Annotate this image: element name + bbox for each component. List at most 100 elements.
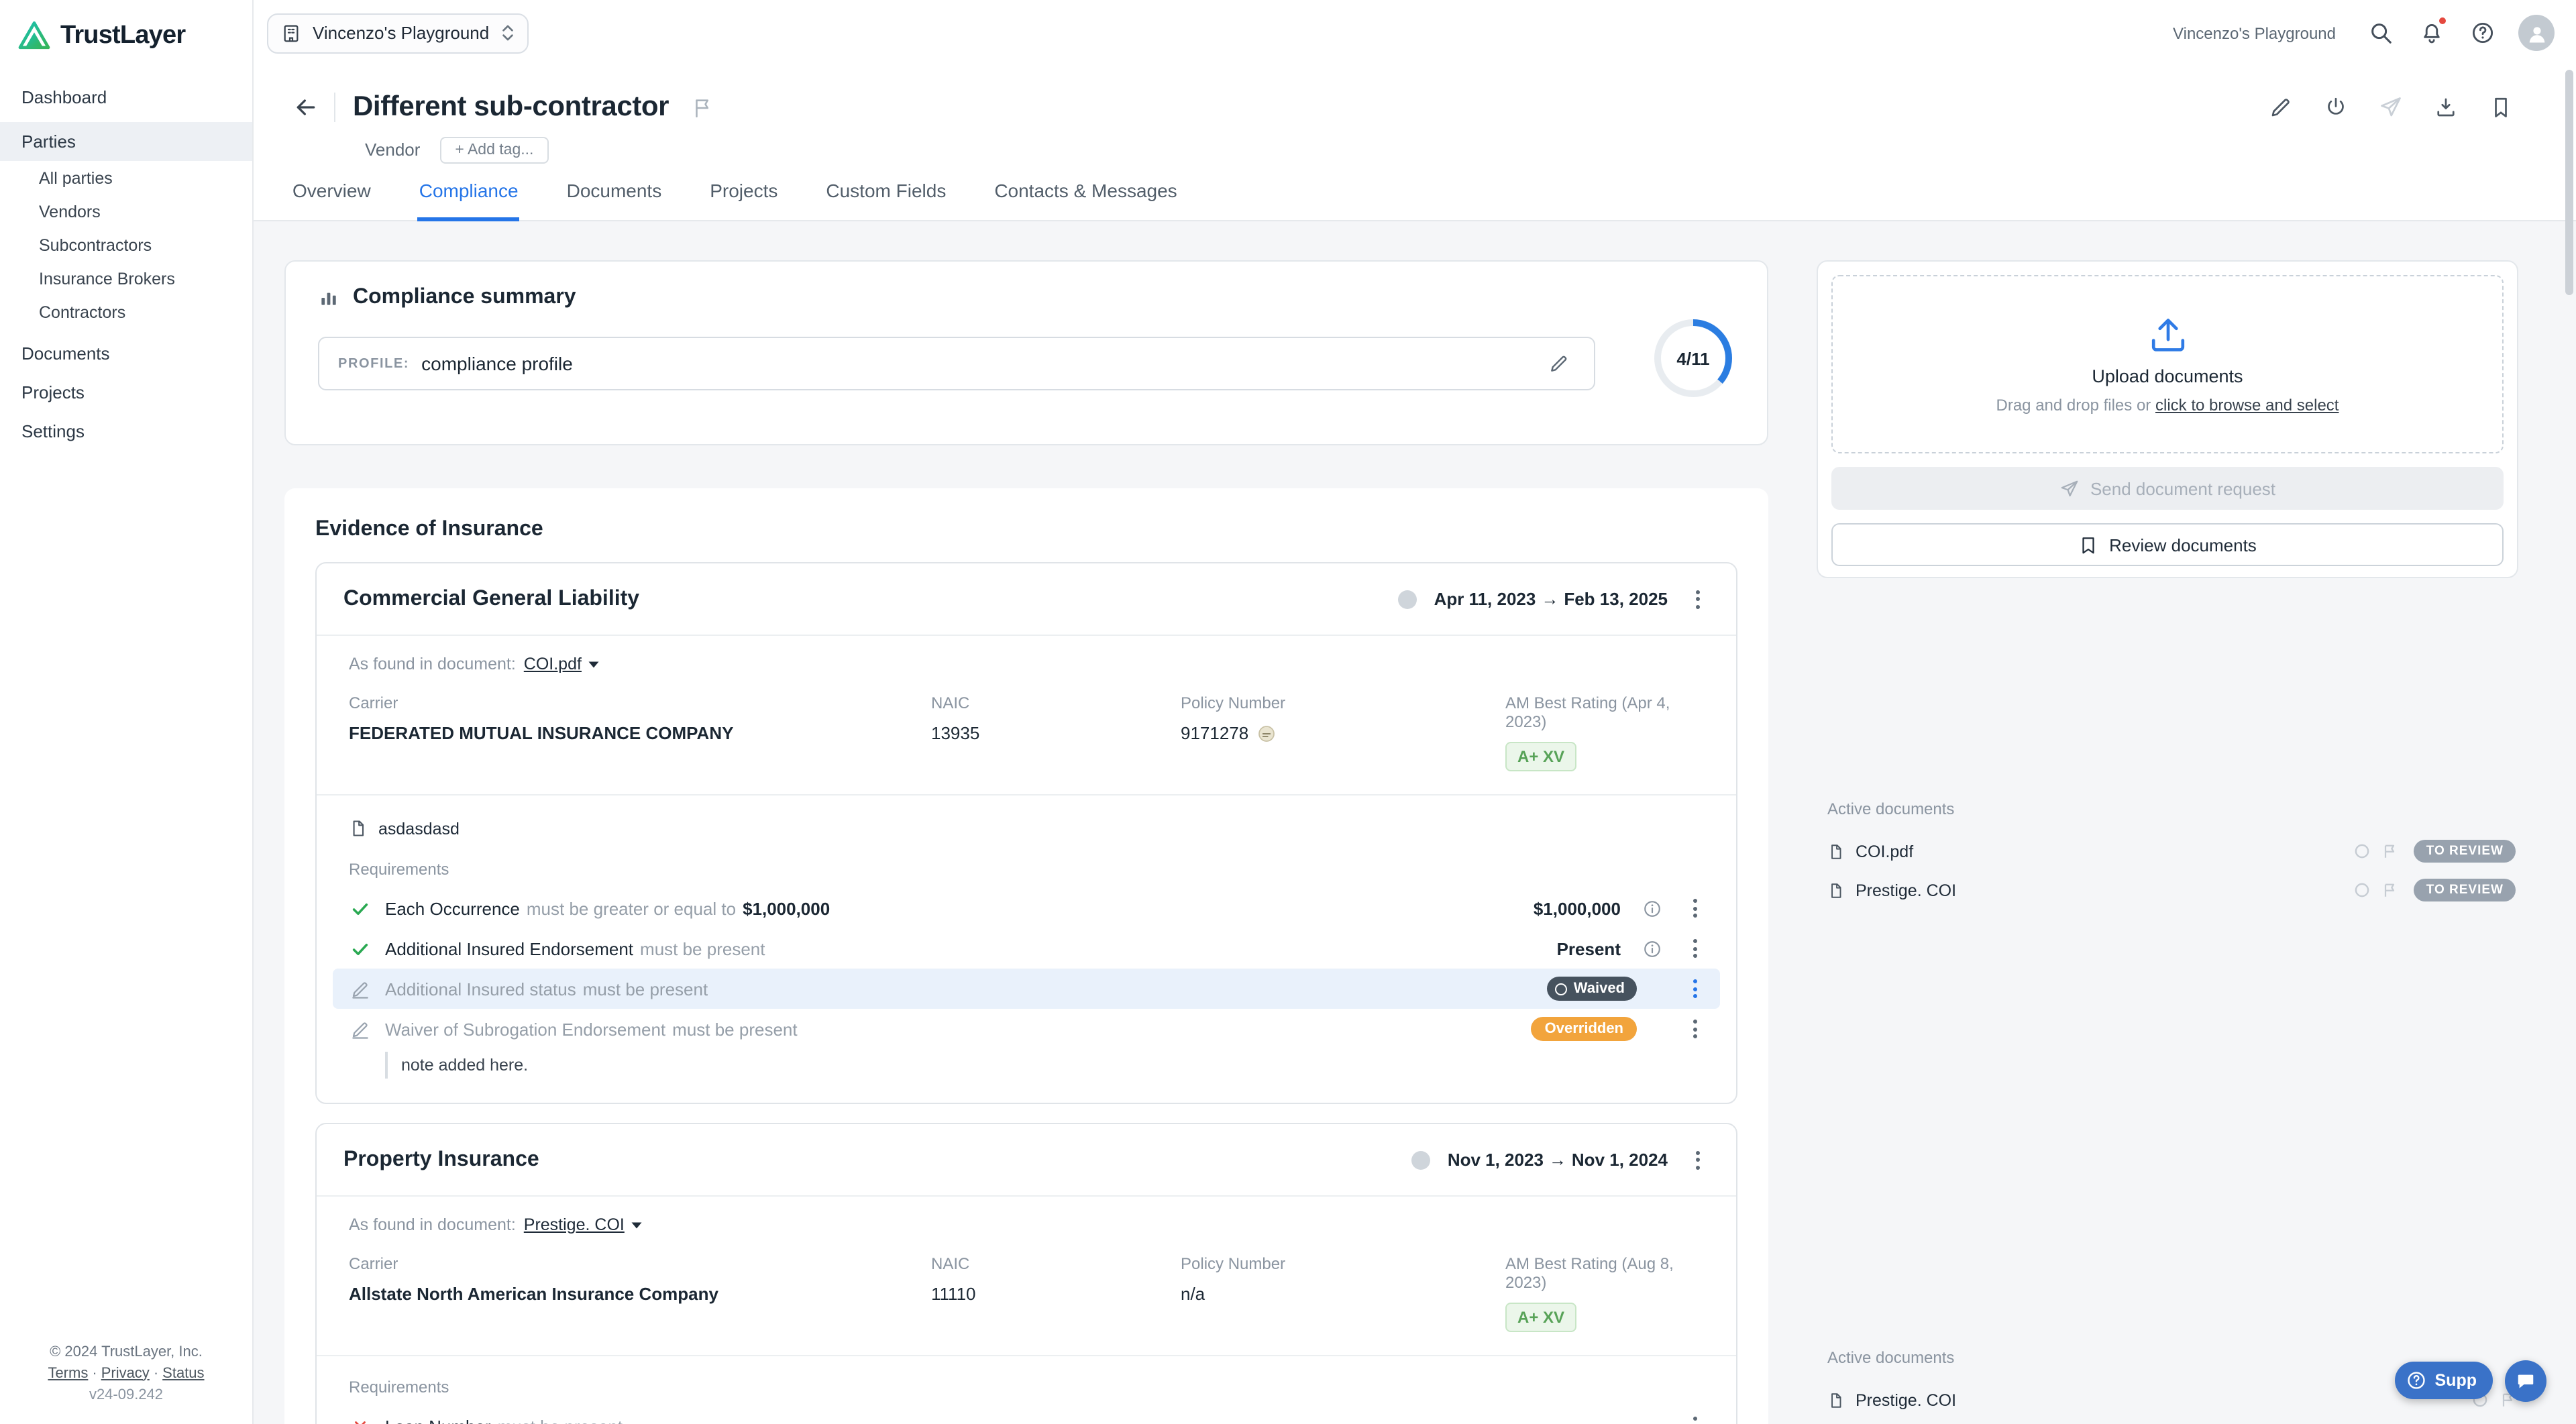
document-row[interactable]: COI.pdf TO REVIEW <box>1817 832 2518 871</box>
send-button[interactable] <box>2372 89 2410 126</box>
requirement-menu-button[interactable] <box>1682 1411 1707 1424</box>
naic-value: 11110 <box>931 1284 1181 1304</box>
copyright-text: © 2024 TrustLayer, Inc. <box>11 1342 241 1364</box>
evidence-section-title: Evidence of Insurance <box>315 518 1737 542</box>
upload-dropzone[interactable]: Upload documents Drag and drop files or … <box>1831 275 2504 453</box>
policy-title: Commercial General Liability <box>343 587 639 611</box>
requirement-condition: must be present <box>640 938 765 959</box>
profile-value: compliance profile <box>421 353 573 374</box>
tab-projects[interactable]: Projects <box>708 177 779 221</box>
policy-note-icon[interactable] <box>1256 724 1275 743</box>
am-best-rating-badge: A+ XV <box>1505 742 1576 771</box>
attachment-name: asdasdasd <box>378 819 460 838</box>
document-row[interactable]: Prestige. COI TO REVIEW <box>1817 871 2518 910</box>
edit-profile-button[interactable] <box>1543 347 1575 380</box>
support-button[interactable]: Supp <box>2395 1362 2493 1399</box>
evidence-of-insurance-section: Evidence of Insurance Commercial General… <box>284 488 1768 1424</box>
caret-down-icon <box>588 659 600 669</box>
pencil-icon <box>2269 95 2293 119</box>
file-icon <box>349 818 368 838</box>
sidebar-item-documents[interactable]: Documents <box>0 334 252 373</box>
requirement-name: Additional Insured status <box>385 979 576 999</box>
circle-icon[interactable] <box>2354 842 2371 860</box>
user-icon <box>2524 21 2548 45</box>
carrier-value: Allstate North American Insurance Compan… <box>349 1284 931 1304</box>
sidebar-item-parties[interactable]: Parties <box>0 122 252 161</box>
policy-menu-button[interactable] <box>1685 1145 1709 1174</box>
tab-custom-fields[interactable]: Custom Fields <box>824 177 947 221</box>
sidebar-item-subcontractors[interactable]: Subcontractors <box>0 228 252 262</box>
deactivate-button[interactable] <box>2317 89 2355 126</box>
upload-documents-card: Upload documents Drag and drop files or … <box>1817 260 2518 578</box>
tab-contacts-messages[interactable]: Contacts & Messages <box>993 177 1178 221</box>
sidebar-item-vendors[interactable]: Vendors <box>0 195 252 228</box>
requirement-menu-button[interactable] <box>1682 1014 1707 1044</box>
download-button[interactable] <box>2427 89 2465 126</box>
support-chat-launcher: Supp <box>2395 1360 2547 1401</box>
status-link[interactable]: Status <box>162 1365 204 1381</box>
override-icon <box>349 1018 372 1040</box>
support-label: Supp <box>2435 1371 2477 1390</box>
found-in-label: As found in document: <box>349 1215 516 1234</box>
search-icon <box>2367 20 2393 46</box>
tab-overview[interactable]: Overview <box>291 177 372 221</box>
requirement-menu-button[interactable] <box>1682 934 1707 963</box>
footer-separator: · <box>92 1365 97 1381</box>
app-logo[interactable]: TrustLayer <box>0 0 252 78</box>
chat-bubble-button[interactable] <box>2505 1360 2546 1401</box>
help-button[interactable] <box>2467 18 2497 48</box>
sidebar-item-all-parties[interactable]: All parties <box>0 161 252 195</box>
workspace-building-icon <box>280 22 302 44</box>
requirement-menu-button[interactable] <box>1682 974 1707 1003</box>
bookmark-button[interactable] <box>2482 89 2520 126</box>
sidebar-item-dashboard[interactable]: Dashboard <box>0 78 252 117</box>
info-icon[interactable] <box>1640 936 1664 961</box>
browse-files-link[interactable]: click to browse and select <box>2155 396 2339 415</box>
add-tag-button[interactable]: + Add tag... <box>440 136 548 163</box>
info-icon[interactable] <box>1640 896 1664 920</box>
flag-icon[interactable] <box>2382 881 2398 899</box>
to-review-badge: TO REVIEW <box>2414 840 2516 863</box>
policy-menu-button[interactable] <box>1685 584 1709 614</box>
paper-plane-icon <box>2379 95 2403 119</box>
scrollbar[interactable] <box>2565 70 2573 295</box>
sidebar-footer: © 2024 TrustLayer, Inc. Terms·Privacy·St… <box>0 1342 252 1424</box>
help-circle-icon <box>2406 1370 2427 1391</box>
found-in-label: As found in document: <box>349 655 516 673</box>
tab-compliance[interactable]: Compliance <box>418 177 520 221</box>
sidebar-item-insurance-brokers[interactable]: Insurance Brokers <box>0 262 252 295</box>
document-link[interactable]: COI.pdf <box>524 655 600 673</box>
flag-icon[interactable] <box>2382 842 2398 860</box>
sidebar-item-contractors[interactable]: Contractors <box>0 295 252 329</box>
privacy-link[interactable]: Privacy <box>101 1365 150 1381</box>
notifications-button[interactable] <box>2416 18 2446 48</box>
sidebar-item-settings[interactable]: Settings <box>0 412 252 451</box>
compliance-summary-card: Compliance summary PROFILE: compliance p… <box>284 260 1768 445</box>
chevron-up-down-icon <box>500 23 515 43</box>
terms-link[interactable]: Terms <box>48 1365 88 1381</box>
requirement-row-additional-insured-status: Additional Insured status must be presen… <box>333 969 1720 1009</box>
tab-documents[interactable]: Documents <box>566 177 663 221</box>
attachment-row[interactable]: asdasdasd <box>317 796 1736 838</box>
search-button[interactable] <box>2365 18 2395 48</box>
review-documents-button[interactable]: Review documents <box>1831 523 2504 566</box>
waived-badge: Waived <box>1547 977 1637 1001</box>
paper-plane-icon <box>2059 478 2080 498</box>
policy-date-range: Nov 1, 2023→Nov 1, 2024 <box>1448 1150 1668 1170</box>
workspace-selector[interactable]: Vincenzo's Playground <box>267 13 528 53</box>
send-document-request-button[interactable]: Send document request <box>1831 467 2504 510</box>
flag-icon[interactable] <box>690 96 713 119</box>
back-button[interactable] <box>287 89 325 126</box>
document-link[interactable]: Prestige. COI <box>524 1215 643 1234</box>
to-review-badge: TO REVIEW <box>2414 879 2516 901</box>
user-avatar[interactable] <box>2518 15 2555 51</box>
version-text: v24-09.242 <box>11 1385 241 1407</box>
policy-number-value: n/a <box>1181 1284 1505 1304</box>
document-name: COI.pdf <box>1856 842 1913 861</box>
file-icon <box>1827 842 1845 861</box>
requirement-condition: must be present <box>672 1019 797 1039</box>
edit-button[interactable] <box>2262 89 2300 126</box>
sidebar-item-projects[interactable]: Projects <box>0 373 252 412</box>
requirement-menu-button[interactable] <box>1682 893 1707 923</box>
circle-icon[interactable] <box>2354 881 2371 899</box>
